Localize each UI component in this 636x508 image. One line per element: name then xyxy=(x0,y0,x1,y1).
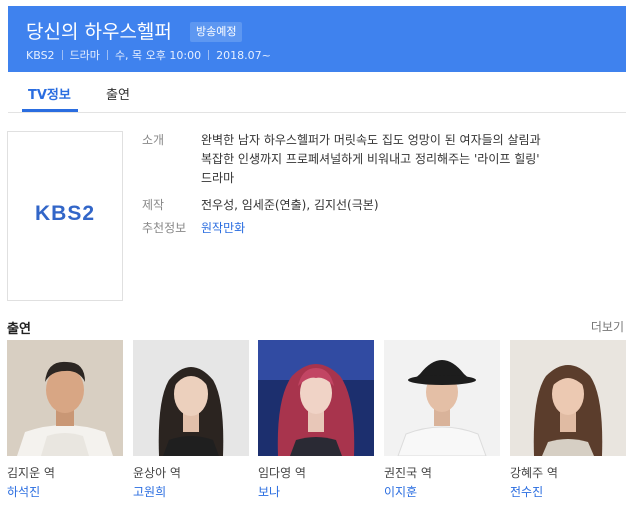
cast-photo[interactable] xyxy=(7,340,123,456)
program-header: 당신의 하우스헬퍼 방송예정 KBS2 드라마 수, 목 오후 10:00 20… xyxy=(8,6,626,72)
recommend-label: 추천정보 xyxy=(142,221,187,235)
meta-airtime: 수, 목 오후 10:00 xyxy=(114,49,202,62)
cast-role: 윤상아 역 xyxy=(133,466,181,480)
active-tab-indicator xyxy=(22,109,78,112)
intro-line-3: 드라마 xyxy=(201,171,235,185)
cast-actor-link[interactable]: 보나 xyxy=(258,483,280,500)
cast-photo[interactable] xyxy=(133,340,249,456)
production-label: 제작 xyxy=(142,198,165,212)
meta-genre: 드라마 xyxy=(69,49,100,62)
cast-photo[interactable] xyxy=(258,340,374,456)
meta-divider xyxy=(106,50,108,60)
recommend-link[interactable]: 원작만화 xyxy=(201,219,245,236)
cast-role: 강혜주 역 xyxy=(510,466,558,480)
more-link[interactable]: 더보기 xyxy=(591,318,624,335)
cast-actor-link[interactable]: 이지훈 xyxy=(384,483,417,500)
kbs2-logo: KBS2 xyxy=(34,202,96,225)
intro-line-1: 완벽한 남자 하우스헬퍼가 머릿속도 집도 엉망이 된 여자들의 살림과 xyxy=(201,133,541,147)
cast-card[interactable]: 김지운 역 하석진 xyxy=(7,340,123,499)
program-meta: KBS2 드라마 수, 목 오후 10:00 2018.07~ xyxy=(26,47,271,63)
meta-period: 2018.07~ xyxy=(216,48,271,62)
meta-divider xyxy=(208,50,210,60)
status-badge: 방송예정 xyxy=(190,22,243,42)
cast-role: 권진국 역 xyxy=(384,466,432,480)
cast-role: 임다영 역 xyxy=(258,466,306,480)
production-value: 전우성, 임세준(연출), 김지선(극본) xyxy=(201,198,379,212)
cast-photo[interactable] xyxy=(384,340,500,456)
cast-actor-link[interactable]: 하석진 xyxy=(7,483,40,500)
tab-tv-info[interactable]: TV정보 xyxy=(28,84,71,103)
cast-card[interactable]: 권진국 역 이지훈 xyxy=(384,340,500,499)
tab-bar: TV정보 출연 xyxy=(8,72,626,113)
cast-card[interactable]: 윤상아 역 고원희 xyxy=(133,340,249,499)
cast-photo[interactable] xyxy=(510,340,626,456)
cast-section-title: 출연 xyxy=(7,322,31,337)
tab-cast[interactable]: 출연 xyxy=(106,84,130,103)
cast-card[interactable]: 강혜주 역 전수진 xyxy=(510,340,626,499)
cast-actor-link[interactable]: 전수진 xyxy=(510,483,543,500)
cast-role: 김지운 역 xyxy=(7,466,55,480)
intro-label: 소개 xyxy=(142,133,165,147)
cast-card[interactable]: 임다영 역 보나 xyxy=(258,340,374,499)
program-title[interactable]: 당신의 하우스헬퍼 xyxy=(26,17,172,44)
meta-channel: KBS2 xyxy=(26,48,55,62)
meta-divider xyxy=(61,50,63,60)
intro-line-2: 복잡한 인생까지 프로페셔널하게 비워내고 정리해주는 '라이프 힐링' xyxy=(201,152,540,166)
cast-actor-link[interactable]: 고원희 xyxy=(133,483,166,500)
program-poster[interactable]: KBS2 xyxy=(7,131,123,301)
